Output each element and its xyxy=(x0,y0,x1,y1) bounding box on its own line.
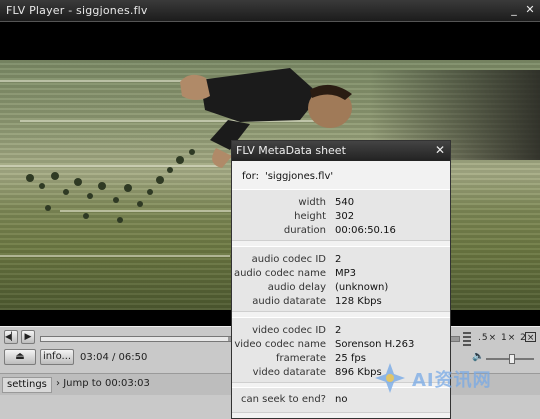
meta-row: video codec ID 2 xyxy=(232,325,450,339)
seek-progress xyxy=(41,337,229,341)
meta-value: (unknown) xyxy=(335,282,389,293)
minimize-icon[interactable]: _ xyxy=(508,4,520,16)
watermark-logo-icon xyxy=(375,363,405,393)
meta-key: audio codec name xyxy=(233,268,326,279)
info-button[interactable]: info... xyxy=(40,349,74,365)
meta-value: MP3 xyxy=(335,268,357,279)
play-icon[interactable]: ▶ xyxy=(21,330,35,344)
meta-row: video codec name Sorenson H.263 xyxy=(232,339,450,353)
for-label: for: xyxy=(242,171,259,182)
level-bars-icon xyxy=(463,332,471,348)
audio-group: audio codec ID 2 audio codec name MP3 audi… xyxy=(232,246,450,312)
meta-value: 2 xyxy=(335,325,342,336)
meta-value: Sorenson H.263 xyxy=(335,339,415,350)
meta-key: framerate xyxy=(276,353,326,364)
meta-key: duration xyxy=(283,225,326,236)
meta-value: 302 xyxy=(335,211,355,222)
window-title: FLV Player - siggjones.flv xyxy=(6,4,148,17)
eject-icon[interactable]: ⏏ xyxy=(4,349,36,365)
meta-value: 2 xyxy=(335,254,342,265)
chevron-right-icon: › xyxy=(56,378,60,389)
watermark: AI资讯网 xyxy=(372,358,522,398)
meta-value: 25 fps xyxy=(335,353,366,364)
close-icon[interactable]: ✕ xyxy=(524,4,536,16)
meta-row: audio delay (unknown) xyxy=(232,282,450,296)
file-line: for: 'siggjones.flv' xyxy=(242,171,339,182)
meta-key: width xyxy=(298,197,326,208)
meta-value: no xyxy=(335,394,348,405)
meta-row: duration 00:06:50.16 xyxy=(232,225,450,239)
meta-value: 128 Kbps xyxy=(335,296,382,307)
meta-key: video datarate xyxy=(252,367,326,378)
meta-value: 00:06:50.16 xyxy=(335,225,396,236)
jump-status: › Jump to 00:03:03 xyxy=(56,378,150,389)
meta-key: audio codec ID xyxy=(251,254,326,265)
meta-row: audio datarate 128 Kbps xyxy=(232,296,450,310)
meta-row: height 302 xyxy=(232,211,450,225)
settings-tab[interactable]: settings xyxy=(2,377,52,393)
meta-row: audio codec name MP3 xyxy=(232,268,450,282)
time-display: 03:04 / 06:50 xyxy=(80,352,148,363)
meta-key: video codec name xyxy=(234,339,326,350)
meta-key: height xyxy=(294,211,326,222)
dimensions-group: width 540 height 302 duration 00:06:50.16 xyxy=(232,189,450,241)
meta-key: video codec ID xyxy=(252,325,326,336)
meta-row: audio codec ID 2 xyxy=(232,254,450,268)
meta-key: audio delay xyxy=(267,282,326,293)
skip-back-icon[interactable]: ◀▏ xyxy=(4,330,18,344)
meta-key: can seek to end? xyxy=(241,394,326,405)
meta-key: audio datarate xyxy=(252,296,326,307)
dialog-title: FLV MetaData sheet xyxy=(236,144,346,157)
fullscreen-icon[interactable] xyxy=(525,332,536,342)
meta-row: width 540 xyxy=(232,197,450,211)
meta-value: 540 xyxy=(335,197,355,208)
file-name: 'siggjones.flv' xyxy=(264,171,334,182)
window-titlebar: FLV Player - siggjones.flv _ ✕ xyxy=(0,0,540,22)
dialog-close-icon[interactable]: ✕ xyxy=(434,143,446,157)
jump-label: Jump to 00:03:03 xyxy=(63,378,150,389)
dialog-titlebar: FLV MetaData sheet ✕ xyxy=(232,141,450,161)
watermark-text: AI资讯网 xyxy=(412,370,492,391)
